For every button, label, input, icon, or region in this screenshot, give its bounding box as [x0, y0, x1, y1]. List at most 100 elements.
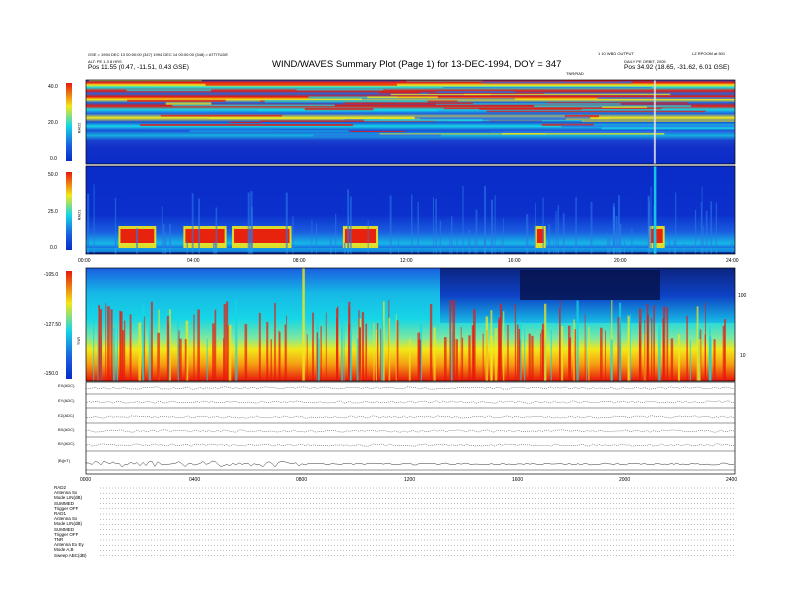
rad1-ytick-bottom: 0.0 — [50, 245, 57, 251]
rad2-streak — [481, 81, 632, 84]
tnr-streak — [148, 317, 152, 381]
hk-xtick-4: 1600 — [512, 477, 524, 483]
rad2-streak — [400, 80, 620, 82]
hk-xtick-2: 0800 — [296, 477, 308, 483]
tnr-streak — [377, 323, 379, 381]
tnr-streak — [206, 338, 208, 381]
rad2-streak — [228, 121, 262, 124]
rad2-panel — [85, 79, 736, 165]
tnr-streak — [543, 303, 547, 381]
rad1-streak — [215, 207, 218, 254]
rad1-streak — [731, 241, 733, 254]
rad2-streak — [561, 125, 735, 128]
rad2-streak — [489, 130, 673, 133]
tnr-streak — [588, 326, 590, 381]
hk-row-label-by: BY(ADC) — [58, 441, 75, 446]
rad1-streak — [555, 211, 557, 254]
rad2-streak — [205, 83, 398, 86]
tnr-streak — [658, 324, 661, 381]
tnr-streak — [619, 302, 622, 381]
rad1-streak — [191, 193, 194, 254]
tnr-streak — [724, 319, 726, 381]
tnr-streak — [197, 309, 200, 381]
tnr-streak — [573, 319, 575, 381]
tnr-streak — [516, 324, 519, 381]
rad1-streak — [557, 205, 559, 254]
instrument-legend: RAD2 Antenna Sx Mode LIN(dB) SUMMED Trig… — [54, 485, 87, 558]
hk-row-label-ez: EZ(ADC) — [58, 413, 75, 418]
rad1-streak — [647, 195, 649, 254]
rad1-band — [86, 248, 735, 252]
rad2-streak — [379, 91, 420, 94]
tnr-streak — [698, 339, 701, 381]
tnr-streak — [490, 310, 493, 381]
tnr-streak — [168, 313, 170, 381]
rad2-streak — [601, 106, 648, 108]
rad1-ylabel: RAD1 — [76, 209, 82, 221]
hk-xtick-6: 2400 — [726, 477, 738, 483]
rad1-streak — [349, 196, 352, 254]
tnr-streak — [629, 313, 631, 381]
tnr-ytick-bottom: -150.0 — [44, 371, 59, 377]
tnr-ytick-mid: -127.50 — [44, 322, 61, 328]
rad1-streak — [198, 198, 201, 254]
tnr-streak — [408, 339, 411, 381]
tnr-streak — [286, 315, 288, 381]
tnr-streak — [177, 319, 179, 381]
rad1-xtick-3: 12:00 — [400, 258, 413, 264]
tnr-streak — [150, 301, 153, 381]
rad1-ytick-mid: 25.0 — [48, 209, 58, 215]
tnr-streak — [452, 300, 456, 381]
rad2-streak — [127, 99, 226, 102]
rad1-streak — [562, 213, 565, 254]
rad1-burst-red — [185, 229, 225, 243]
tnr-streak — [473, 309, 476, 381]
tnr-streak — [244, 324, 248, 381]
tnr-streak — [226, 301, 229, 381]
tnr-streak — [284, 324, 287, 381]
tnr-streak — [696, 306, 699, 381]
tnr-streak — [541, 329, 544, 381]
rad1-streak — [114, 197, 117, 254]
rad2-burst — [653, 80, 656, 164]
tnr-streak — [258, 312, 261, 381]
tnr-ytick-top: -105.0 — [44, 272, 59, 278]
hk-xtick-3: 1200 — [404, 477, 416, 483]
rad2-streak — [156, 82, 203, 84]
rad2-streak — [414, 116, 591, 119]
rad2-streak — [264, 100, 428, 103]
rad2-streak — [89, 80, 202, 82]
rad1-streak — [432, 197, 435, 254]
rad1-xtick-0: 00:00 — [78, 258, 91, 264]
rad1-streak — [694, 209, 697, 254]
tnr-streak — [600, 327, 603, 381]
rad2-streak — [344, 102, 473, 105]
tnr-right-tick-100: 100 — [738, 293, 747, 299]
tnr-streak — [341, 302, 343, 381]
tnr-ylabel: TNR — [76, 336, 82, 346]
tnr-streak — [365, 323, 368, 381]
rad1-streak — [389, 195, 392, 254]
rad1-streak — [435, 198, 437, 254]
rad1-streak — [417, 201, 419, 254]
tnr-streak — [550, 330, 552, 381]
tnr-streak — [138, 322, 142, 381]
tnr-streak — [584, 314, 586, 381]
tnr-streak — [235, 300, 238, 381]
rad2-streak — [501, 132, 665, 135]
rad1-streak — [650, 186, 652, 254]
rad1-xtick-4: 16:00 — [508, 258, 521, 264]
tnr-streak — [627, 315, 630, 381]
tnr-streak — [646, 314, 650, 381]
tnr-streak — [610, 339, 613, 381]
tnr-streak — [266, 321, 269, 381]
tnr-streak — [653, 305, 655, 381]
tnr-streak — [395, 314, 397, 381]
tnr-streak — [184, 339, 187, 381]
legend-line: Sweep ABC(dB) — [54, 552, 87, 558]
rad1-streak — [161, 206, 163, 254]
tnr-streak — [468, 335, 471, 381]
rad1-streak — [247, 192, 250, 254]
tnr-streak — [129, 314, 132, 381]
hk-xtick-0: 0000 — [80, 477, 92, 483]
